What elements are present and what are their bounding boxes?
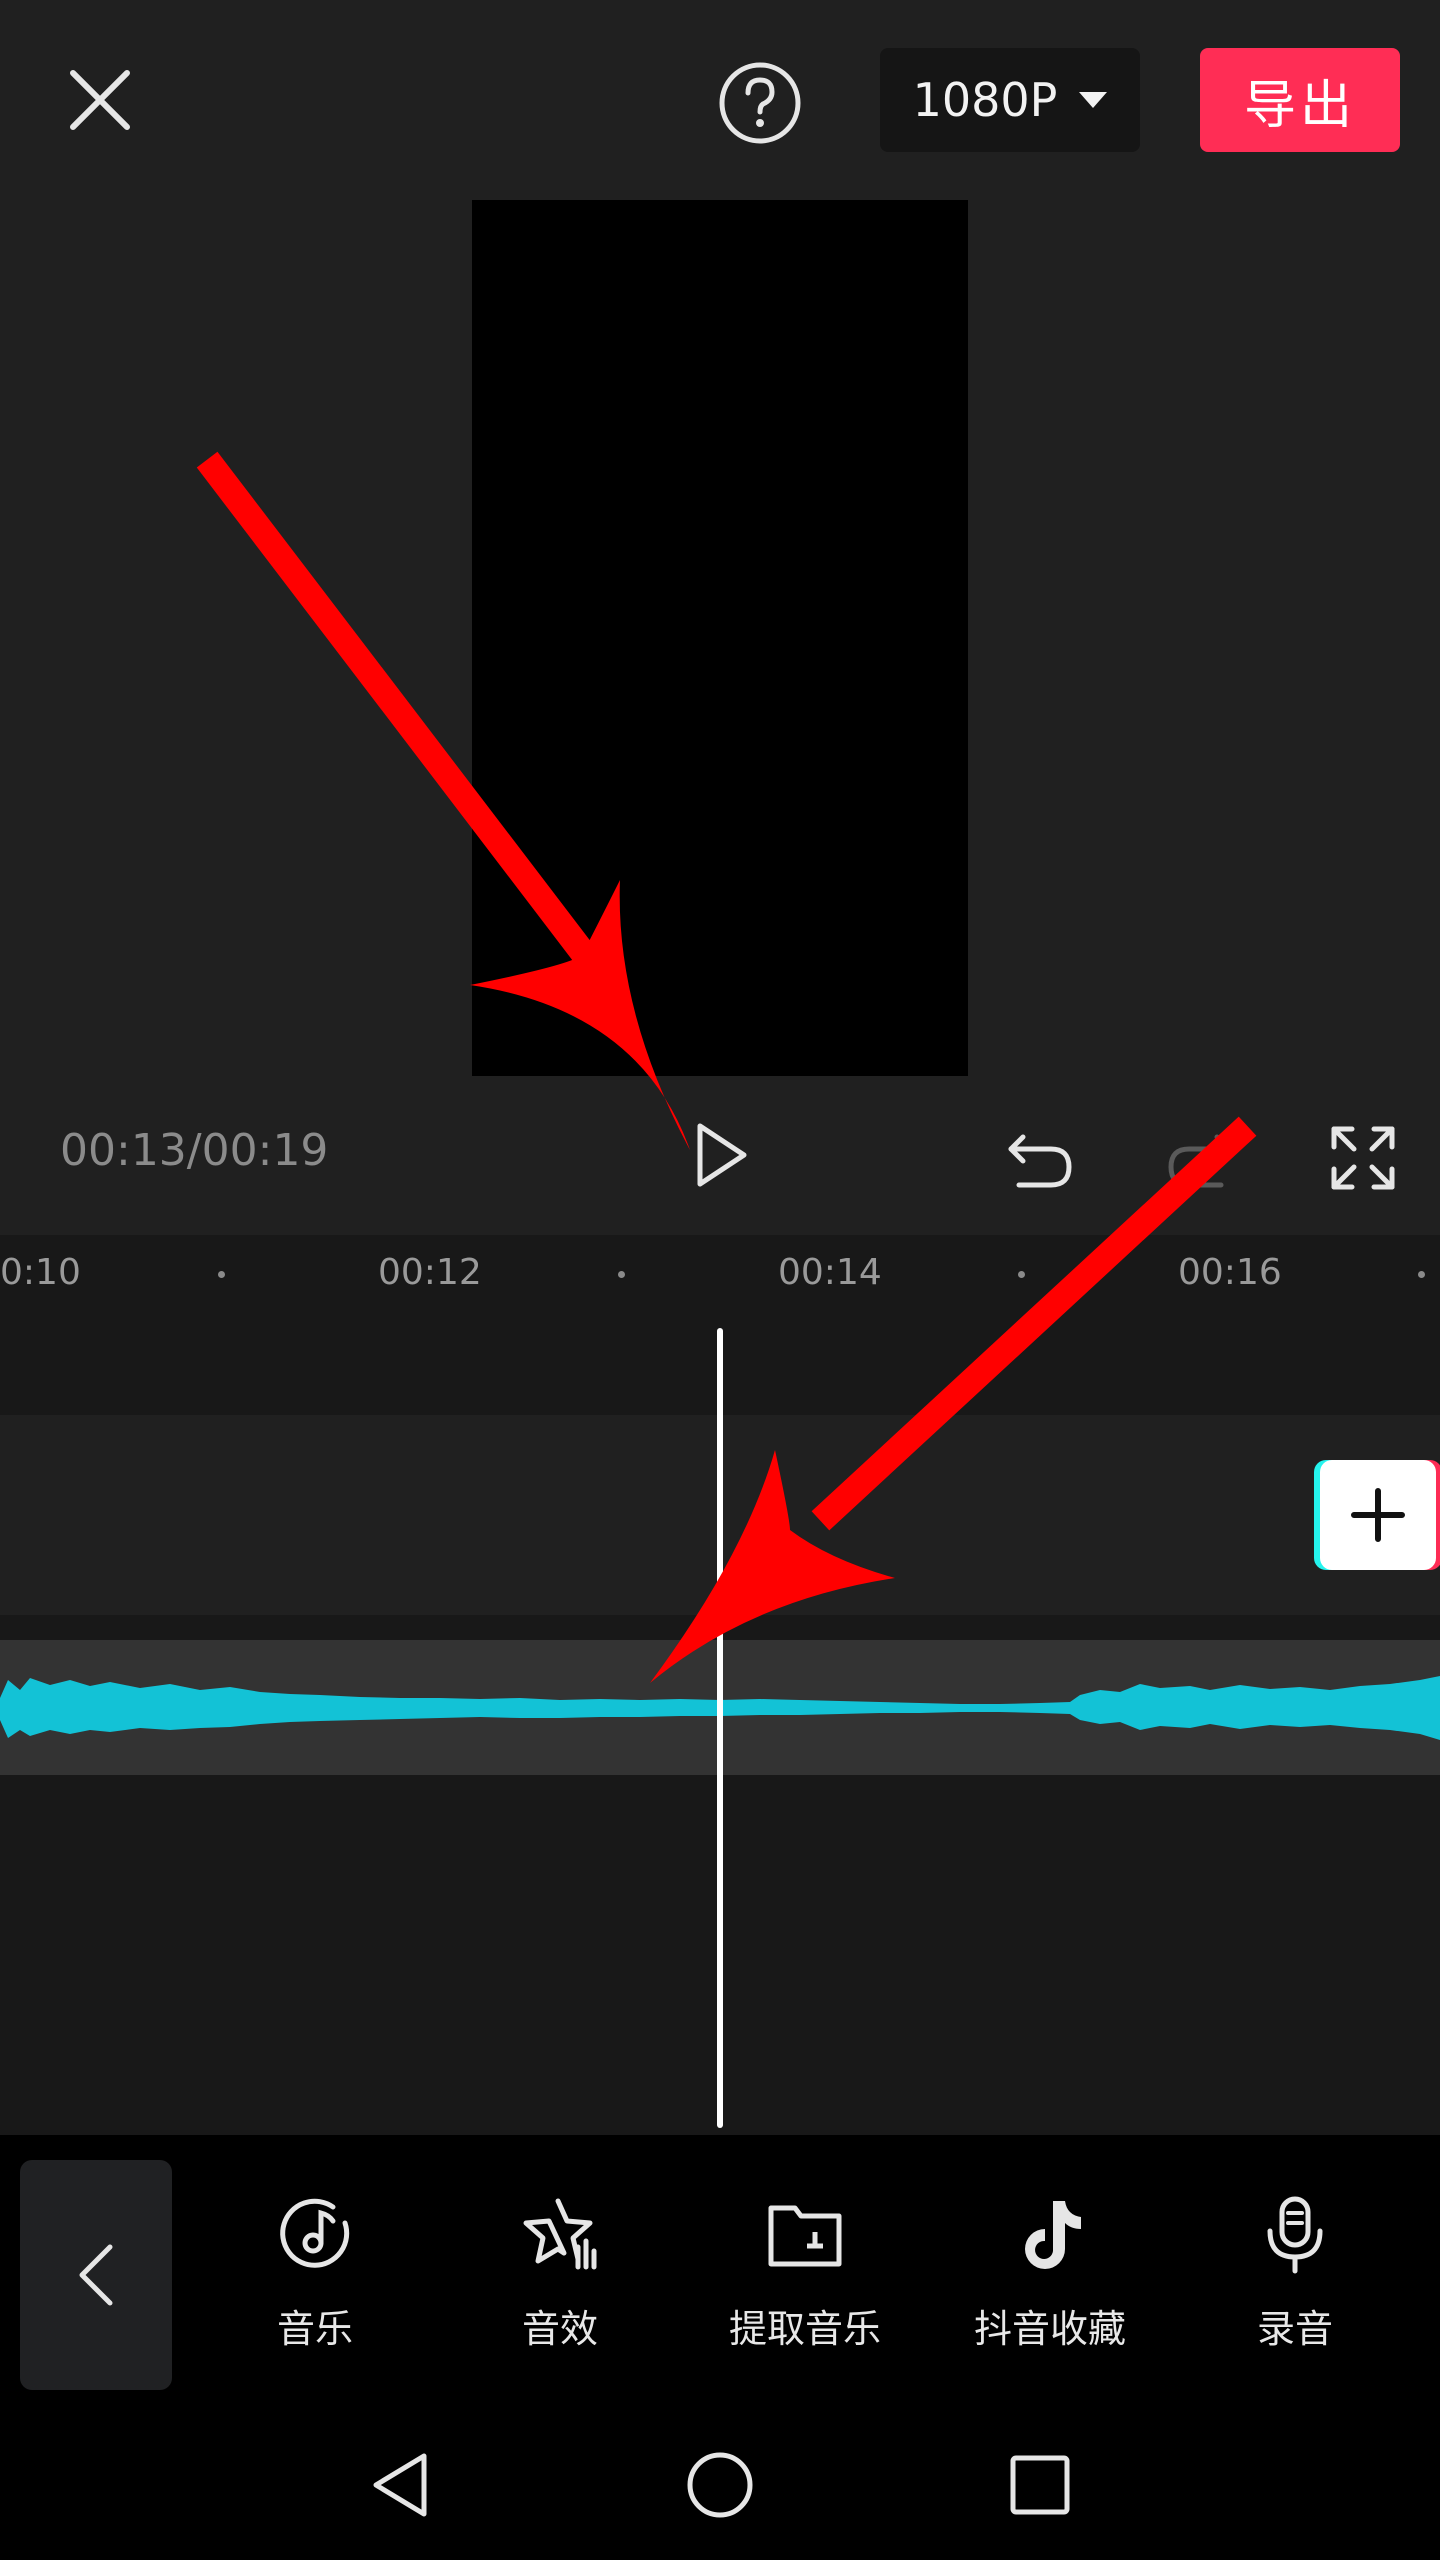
help-icon [719, 62, 801, 144]
chevron-down-icon [1079, 92, 1108, 108]
tool-label: 录音 [1256, 2307, 1333, 2351]
help-button[interactable] [715, 58, 805, 148]
undo-button[interactable] [1000, 1120, 1080, 1200]
play-button[interactable] [680, 1115, 760, 1195]
ruler-tick-label: 0:10 [0, 1252, 81, 1293]
tool-sound-effects[interactable]: 音效 [450, 2190, 670, 2353]
back-button[interactable] [20, 2160, 172, 2390]
folder-extract-icon [760, 2190, 850, 2280]
tool-music[interactable]: 音乐 [205, 2190, 425, 2353]
nav-back-button[interactable] [360, 2445, 440, 2525]
tool-record[interactable]: 录音 [1185, 2190, 1405, 2353]
resolution-dropdown[interactable]: 1080P [880, 48, 1140, 152]
tool-label: 音效 [521, 2307, 598, 2351]
nav-home-icon [687, 2452, 753, 2518]
tool-label: 音乐 [276, 2307, 353, 2351]
music-disc-icon [270, 2190, 360, 2280]
sound-effect-star-icon [515, 2190, 605, 2280]
chevron-left-icon [79, 2244, 113, 2306]
tool-douyin-favorites[interactable]: 抖音收藏 [940, 2190, 1160, 2353]
ruler-dot [218, 1271, 225, 1278]
timecode: 00:13/00:19 [60, 1125, 329, 1176]
export-button[interactable]: 导出 [1200, 48, 1400, 152]
redo-icon [1168, 1134, 1232, 1188]
microphone-icon [1250, 2190, 1340, 2280]
nav-back-icon [373, 2453, 427, 2517]
undo-icon [1008, 1134, 1072, 1188]
video-preview[interactable] [472, 200, 968, 1076]
nav-recents-icon [1010, 2455, 1070, 2515]
ruler-tick-label: 00:16 [1178, 1252, 1282, 1293]
fullscreen-icon [1331, 1126, 1395, 1190]
tool-label: 抖音收藏 [973, 2307, 1126, 2351]
close-button[interactable] [60, 60, 140, 140]
nav-recents-button[interactable] [1000, 2445, 1080, 2525]
tool-extract-music[interactable]: 提取音乐 [695, 2190, 915, 2353]
ruler-tick-label: 00:14 [778, 1252, 882, 1293]
redo-button[interactable] [1160, 1120, 1240, 1200]
douyin-logo-icon [1005, 2190, 1095, 2280]
tool-label: 提取音乐 [728, 2307, 881, 2351]
playhead[interactable] [717, 1328, 723, 2128]
add-clip-button[interactable] [1320, 1460, 1436, 1570]
nav-home-button[interactable] [680, 2445, 760, 2525]
fullscreen-button[interactable] [1320, 1115, 1406, 1201]
ruler-dot [618, 1271, 625, 1278]
plus-icon [1351, 1488, 1405, 1542]
close-icon [70, 70, 130, 130]
ruler-dot [1418, 1271, 1425, 1278]
play-icon [697, 1123, 747, 1187]
resolution-label: 1080P [912, 73, 1058, 127]
ruler-dot [1018, 1271, 1025, 1278]
ruler-tick-label: 00:12 [378, 1252, 482, 1293]
